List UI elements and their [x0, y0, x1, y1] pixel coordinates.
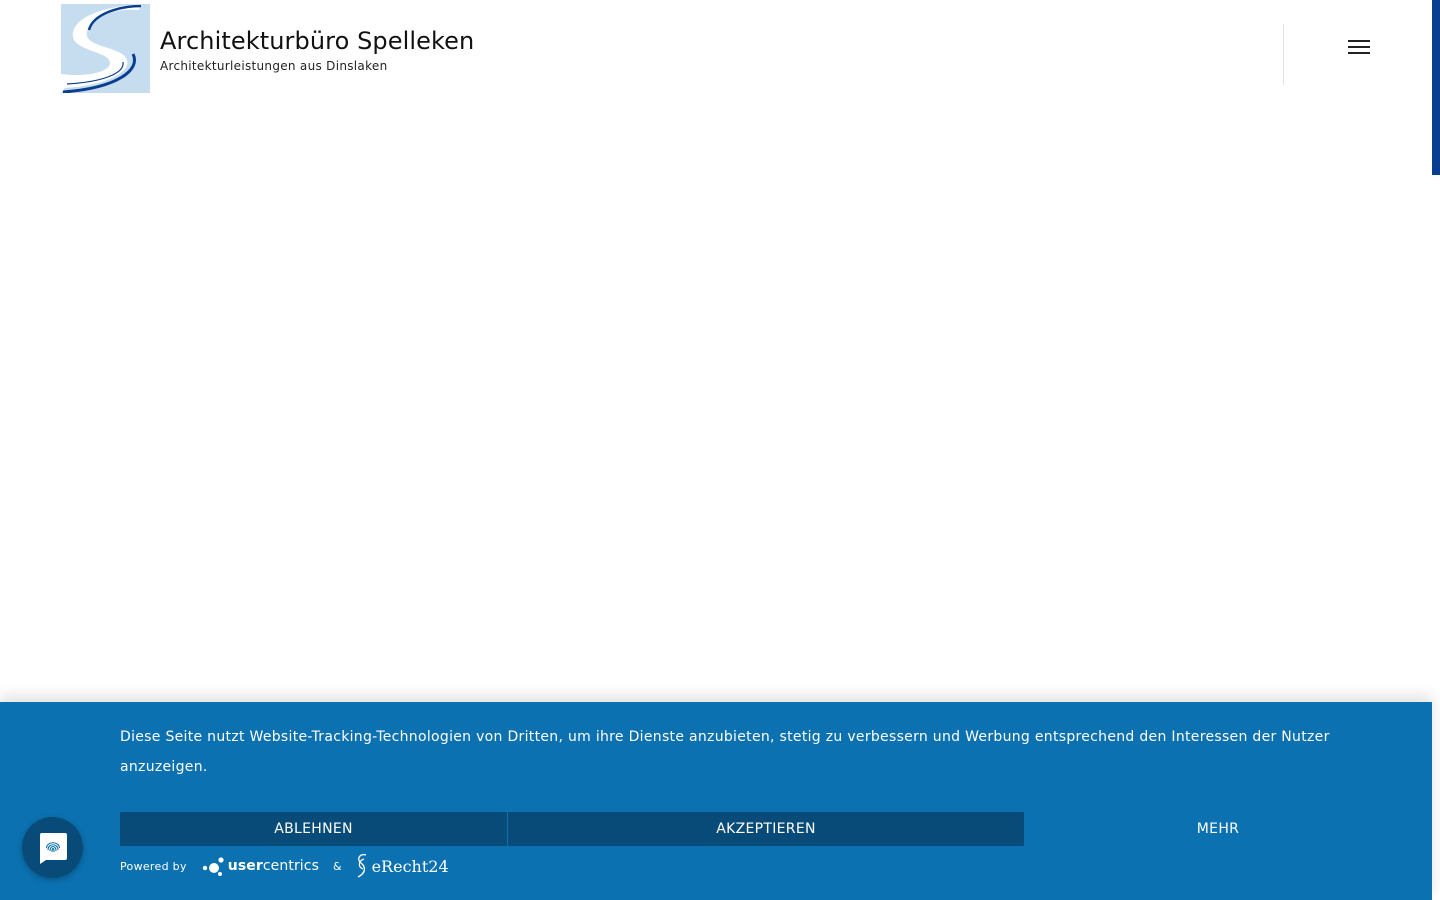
accept-button[interactable]: AKZEPTIEREN	[508, 812, 1024, 846]
brand-tagline: Architekturleistungen aus Dinslaken	[160, 59, 388, 73]
more-button[interactable]: MEHR	[1024, 812, 1412, 846]
erecht24-section-icon	[357, 853, 366, 878]
scrollbar-thumb[interactable]	[1432, 0, 1440, 175]
powered-by-label: Powered by	[120, 859, 187, 873]
erecht24-logo[interactable]: eRecht24	[354, 853, 449, 879]
erecht24-label: eRecht24	[371, 856, 449, 876]
privacy-settings-button[interactable]	[22, 817, 83, 878]
cookie-message: Diese Seite nutzt Website-Tracking-Techn…	[120, 729, 1330, 775]
usercentrics-dots-icon	[202, 857, 224, 876]
site-header: Architekturbüro Spelleken Architekturlei…	[0, 0, 1432, 110]
usercentrics-suffix: centrics	[262, 858, 319, 874]
cookie-banner: Diese Seite nutzt Website-Tracking-Techn…	[0, 702, 1432, 900]
ampersand: &	[333, 859, 342, 873]
fingerprint-chat-icon	[38, 832, 68, 864]
brand-title[interactable]: Architekturbüro Spelleken	[160, 27, 474, 55]
usercentrics-prefix: user	[227, 858, 263, 874]
powered-by-row: Powered by usercentrics & eRecht24	[120, 850, 449, 882]
s-logo-icon	[61, 4, 150, 93]
hamburger-menu-icon	[1348, 40, 1370, 54]
decline-button[interactable]: ABLEHNEN	[120, 812, 507, 846]
header-divider	[1283, 24, 1284, 85]
usercentrics-logo[interactable]: usercentrics	[201, 855, 319, 877]
site-logo[interactable]	[61, 4, 150, 93]
page: Architekturbüro Spelleken Architekturlei…	[0, 0, 1440, 900]
menu-button[interactable]	[1340, 33, 1378, 61]
